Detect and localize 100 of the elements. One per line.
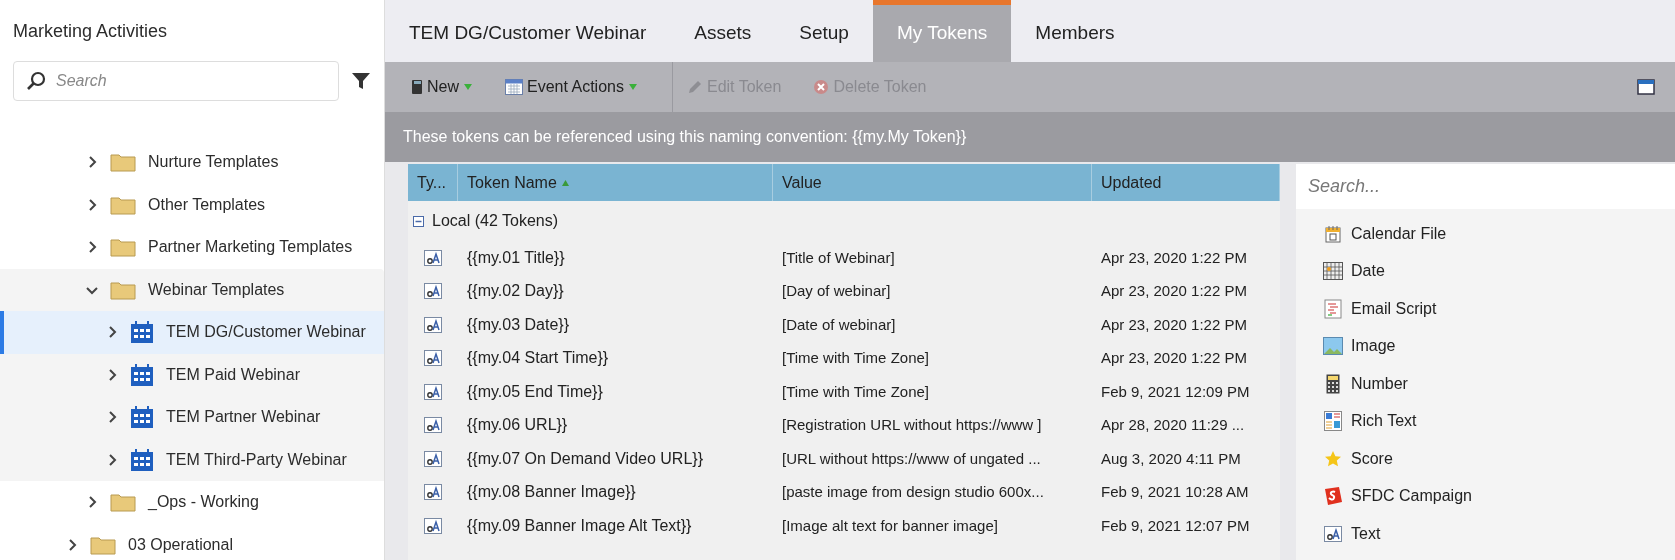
caret-icon — [627, 83, 638, 91]
chevron-right-icon[interactable] — [86, 496, 98, 509]
token-type-item[interactable]: Rich Text — [1296, 402, 1675, 440]
token-type-item[interactable]: Calendar File — [1296, 215, 1675, 253]
text-token-icon — [424, 249, 442, 266]
table-cell-text: {{my.02 Day}} — [466, 281, 565, 302]
table-cell-text: [Day of webinar] — [781, 281, 892, 301]
text-token-icon — [424, 316, 442, 333]
info-text: These tokens can be referenced using this naming convention: {{my.My Token}} — [403, 127, 967, 147]
table-cell-text: Feb 9, 2021 12:09 PM — [1100, 381, 1251, 402]
tab[interactable]: Members — [1011, 0, 1139, 62]
token-type-item[interactable]: Number — [1296, 365, 1675, 403]
table-cell-text: Apr 23, 2020 1:22 PM — [1100, 281, 1248, 301]
tab[interactable]: TEM DG/Customer Webinar — [385, 0, 671, 62]
tree-item[interactable]: Other Templates — [0, 183, 384, 226]
sort-ascending-icon — [560, 178, 570, 187]
tree-item[interactable]: TEM Paid Webinar — [0, 353, 384, 396]
column-header[interactable]: Value — [773, 164, 1092, 201]
chevron-right-icon[interactable] — [86, 198, 98, 211]
token-type-item[interactable]: Text — [1296, 515, 1675, 553]
folder-icon — [110, 279, 136, 300]
tree-item[interactable]: TEM DG/Customer Webinar — [0, 311, 384, 354]
text-token-icon — [1324, 525, 1342, 542]
table-cell-text: [Time with Time Zone] — [781, 381, 930, 402]
toolbar-button[interactable]: New — [405, 75, 479, 99]
tab[interactable]: Setup — [775, 0, 873, 62]
folder-icon — [110, 194, 136, 215]
table-cell-text: [Date of webinar] — [781, 314, 897, 335]
chevron-right-icon[interactable] — [106, 411, 118, 424]
chevron-right-icon[interactable] — [86, 241, 98, 254]
table-cell-text: Feb 9, 2021 10:28 AM — [1100, 482, 1250, 502]
token-type-item[interactable]: Score — [1296, 440, 1675, 478]
chevron-right-icon[interactable] — [106, 368, 118, 381]
folder-icon — [90, 534, 116, 555]
search-field[interactable]: Search — [13, 61, 339, 101]
pencil-icon — [686, 79, 703, 95]
window-icon[interactable] — [1637, 79, 1655, 95]
column-header[interactable]: Updated — [1092, 164, 1280, 201]
table-cell-text: Apr 23, 2020 1:22 PM — [1100, 348, 1248, 368]
calendar-icon — [130, 362, 154, 387]
table-cell-text: [Title of Webinar] — [781, 247, 896, 268]
table-cell-text: [paste image from design studio 600x... — [781, 482, 1045, 502]
column-header[interactable]: Ty... — [408, 164, 458, 201]
star-icon — [1324, 449, 1342, 468]
book-icon — [411, 79, 423, 95]
token-type-item[interactable]: SFDC Campaign — [1296, 477, 1675, 515]
tree-item[interactable]: Webinar Templates — [0, 268, 384, 311]
table-cell-text: {{my.04 Start Time}} — [466, 348, 610, 369]
text-token-icon — [424, 350, 442, 367]
chevron-right-icon[interactable] — [106, 453, 118, 466]
table-cell-text: {{my.01 Title}} — [466, 247, 566, 268]
table-cell-text: {{my.03 Date}} — [466, 314, 570, 335]
image-icon — [1323, 337, 1343, 356]
filter-icon[interactable] — [351, 71, 371, 91]
tree-item[interactable]: TEM Partner Webinar — [0, 396, 384, 439]
sidebar-title: Marketing Activities — [12, 20, 169, 43]
table-cell-text: {{my.06 URL}} — [466, 415, 569, 436]
caret-icon — [463, 83, 473, 91]
chevron-right-icon[interactable] — [106, 326, 118, 339]
text-token-icon — [424, 283, 442, 300]
table-cell-text: {{my.05 End Time}} — [466, 381, 604, 402]
tree-item[interactable]: Nurture Templates — [0, 141, 384, 184]
token-search-field[interactable]: Search... — [1296, 164, 1675, 209]
calendar-file-icon — [1324, 224, 1342, 243]
table-cell-text: Apr 23, 2020 1:22 PM — [1100, 314, 1248, 335]
token-type-item[interactable]: Image — [1296, 327, 1675, 365]
chevron-right-icon[interactable] — [66, 538, 78, 551]
collapse-icon[interactable] — [413, 215, 424, 227]
calendar-icon — [130, 320, 154, 345]
text-token-icon — [424, 517, 442, 534]
table-cell-text: Apr 23, 2020 1:22 PM — [1100, 247, 1248, 268]
calendar-icon — [130, 405, 154, 430]
token-type-item[interactable]: Date — [1296, 252, 1675, 290]
column-header[interactable]: Token Name — [458, 164, 773, 201]
calendar-grid-icon — [1323, 262, 1343, 281]
text-token-icon — [424, 484, 442, 501]
tab[interactable]: Assets — [670, 0, 776, 62]
tree-item[interactable]: Partner Marketing Templates — [0, 226, 384, 269]
tree-item[interactable]: 03 Operational — [0, 523, 384, 560]
table-cell-text: Aug 3, 2020 4:11 PM — [1100, 448, 1242, 469]
folder-icon — [110, 152, 136, 173]
tree-item[interactable]: TEM Third-Party Webinar — [0, 438, 384, 481]
folder-icon — [110, 237, 136, 258]
group-label: Local (42 Tokens) — [432, 211, 558, 231]
search-icon — [26, 71, 46, 91]
text-token-icon — [424, 450, 442, 467]
table-cell-text: {{my.09 Banner Image Alt Text}} — [466, 515, 693, 536]
tree-item[interactable]: _Ops - Working — [0, 481, 384, 524]
table-cell-text: [Image alt text for banner image] — [781, 515, 999, 536]
table-cell-text: [Time with Time Zone] — [781, 348, 930, 368]
table-cell-text: {{my.08 Banner Image}} — [466, 482, 637, 503]
table-cell-text: Apr 28, 2020 11:29 ... — [1100, 415, 1246, 435]
token-type-item[interactable]: Email Script — [1296, 290, 1675, 328]
toolbar-button[interactable]: Event Actions — [499, 75, 644, 99]
chevron-right-icon[interactable] — [86, 156, 98, 169]
table-cell-text: [Registration URL without https://www ] — [781, 415, 1043, 435]
table-cell-text: Feb 9, 2021 12:07 PM — [1100, 515, 1251, 536]
campaign-icon — [1323, 486, 1343, 507]
table-cell-text: {{my.07 On Demand Video URL}} — [466, 448, 704, 469]
calendar-icon — [130, 447, 154, 472]
